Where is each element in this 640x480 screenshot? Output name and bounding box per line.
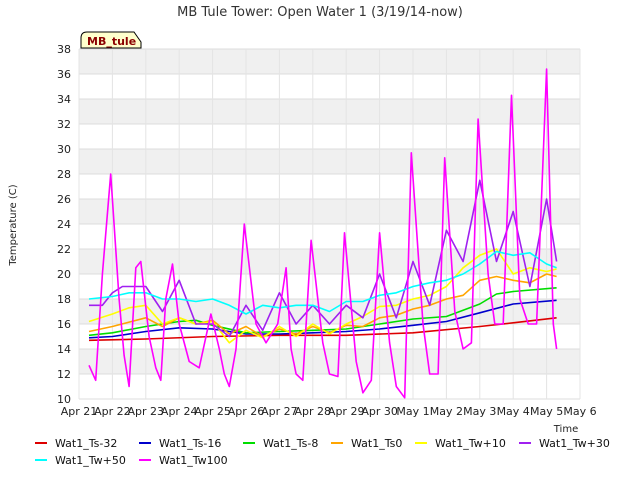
x-tick-label: Apr 25 [194,405,231,418]
legend-label-wat1-tw-50: Wat1_Tw+50 [55,454,126,467]
station-tag-label: MB_tule [87,35,136,48]
legend-label-wat1-tw-30: Wat1_Tw+30 [539,437,610,450]
y-tick-label: 22 [57,243,71,256]
x-tick-label: May 1 [396,405,429,418]
x-tick-label: Apr 24 [161,405,198,418]
x-tick-label: Apr 27 [261,405,298,418]
y-tick-label: 24 [57,218,71,231]
y-tick-label: 36 [57,68,71,81]
x-tick-label: May 4 [497,405,530,418]
legend-label-wat1-ts-8: Wat1_Ts-8 [263,437,318,450]
y-tick-label: 14 [57,343,71,356]
y-tick-label: 20 [57,268,71,281]
legend: Wat1_Ts-32 Wat1_Ts-16 Wat1_Ts-8 Wat1_Ts0 Wat… [35,437,610,467]
y-tick-label: 30 [57,143,71,156]
plot-band [79,99,580,124]
y-tick-label: 28 [57,168,71,181]
x-tick-label: May 6 [563,405,596,418]
legend-label-wat1-ts-16: Wat1_Ts-16 [159,437,221,450]
y-tick-label: 18 [57,293,71,306]
temperature-chart: MB Tule Tower: Open Water 1 (3/19/14-now… [8,5,610,467]
legend-label-wat1-ts0: Wat1_Ts0 [351,437,402,450]
x-tick-label: Apr 26 [228,405,265,418]
y-axis-label: Temperature (C) [8,184,19,266]
y-axis-ticks: 101214161820222426283032343638 [57,43,71,406]
y-tick-label: 38 [57,43,71,56]
x-axis-ticks: Apr 21Apr 22Apr 23Apr 24Apr 25Apr 26Apr … [61,405,597,418]
y-tick-label: 34 [57,93,71,106]
legend-label-wat1-ts-32: Wat1_Ts-32 [55,437,117,450]
y-tick-label: 16 [57,318,71,331]
y-tick-label: 26 [57,193,71,206]
x-tick-label: May 5 [530,405,563,418]
x-tick-label: Apr 28 [295,405,332,418]
legend-label-wat1-tw100: Wat1_Tw100 [159,454,228,467]
x-tick-label: Apr 22 [94,405,131,418]
x-axis-label: Time [553,424,578,435]
y-tick-label: 32 [57,118,71,131]
x-tick-label: Apr 23 [128,405,165,418]
y-tick-label: 12 [57,368,71,381]
chart-title: MB Tule Tower: Open Water 1 (3/19/14-now… [177,5,463,20]
plot-band [79,199,580,224]
legend-label-wat1-tw-10: Wat1_Tw+10 [435,437,506,450]
x-tick-label: Apr 29 [328,405,365,418]
x-tick-label: May 2 [430,405,463,418]
plot-band [79,49,580,74]
x-tick-label: May 3 [463,405,496,418]
plot-band [79,149,580,174]
station-tag: MB_tule [80,31,142,49]
x-tick-label: Apr 21 [61,405,98,418]
x-tick-label: Apr 30 [361,405,398,418]
